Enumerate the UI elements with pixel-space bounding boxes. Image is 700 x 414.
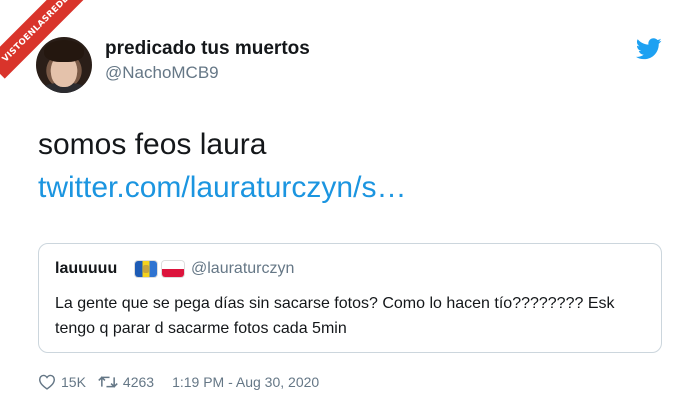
quoted-tweet-text: La gente que se pega días sin sacarse fo… — [55, 295, 615, 337]
like-count: 15K — [61, 374, 86, 390]
retweet-icon — [98, 376, 118, 388]
quoted-handle: @lauraturczyn — [191, 260, 295, 277]
tweet-link[interactable]: twitter.com/lauraturczyn/s… — [38, 171, 406, 205]
canary-islands-flag-icon — [135, 261, 157, 277]
tweet-footer: 15K 4263 1:19 PM - Aug 30, 2020 — [38, 372, 319, 392]
avatar-hair — [44, 40, 84, 62]
poland-flag-icon — [162, 261, 184, 277]
tweet-timestamp[interactable]: 1:19 PM - Aug 30, 2020 — [172, 374, 319, 390]
twitter-bird-icon[interactable] — [636, 38, 662, 60]
author-display-name[interactable]: predicado tus muertos — [105, 38, 310, 60]
avatar[interactable] — [36, 37, 92, 93]
heart-icon — [38, 374, 56, 390]
like-button[interactable]: 15K — [38, 374, 86, 390]
quoted-display-name: lauuuuu — [55, 260, 118, 277]
retweet-button[interactable]: 4263 — [98, 374, 154, 390]
tweet-text: somos feos laura — [38, 128, 267, 161]
retweet-count: 4263 — [122, 374, 155, 390]
author-handle[interactable]: @NachoMCB9 — [105, 63, 219, 83]
quoted-tweet-card[interactable]: lauuuuu @lauraturczyn La gente que se pe… — [38, 243, 662, 353]
